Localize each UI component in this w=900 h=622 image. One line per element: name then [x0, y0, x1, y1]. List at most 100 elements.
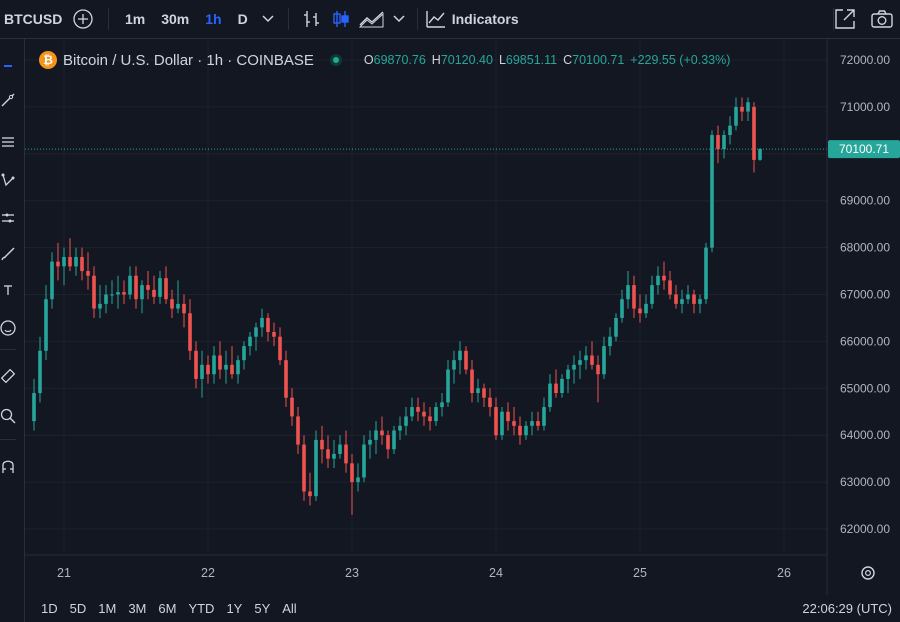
candle-body — [752, 106, 756, 160]
compare-button[interactable] — [66, 0, 100, 38]
trend-line-tool-button[interactable] — [0, 89, 16, 111]
utc-clock[interactable]: 22:06:29 (UTC) — [802, 601, 892, 616]
candle-body — [338, 444, 342, 454]
zoom-tool-button[interactable] — [0, 405, 16, 427]
range-3m[interactable]: 3M — [122, 601, 152, 616]
candle-body — [662, 275, 666, 281]
snapshot-button[interactable] — [870, 0, 894, 38]
range-1m[interactable]: 1M — [92, 601, 122, 616]
x-tick-label: 21 — [57, 566, 71, 580]
candle-body — [542, 407, 546, 426]
range-1d[interactable]: 1D — [35, 601, 64, 616]
candle-body — [92, 275, 96, 309]
price-chart[interactable]: 62000.00 63000.00 64000.00 65000.00 66000.00… — [25, 39, 900, 595]
ohlc-value: 69851.11 — [505, 53, 558, 67]
candle-body — [170, 299, 174, 309]
cursor-tool-button[interactable] — [0, 53, 16, 75]
candle-body — [368, 439, 372, 445]
candle-body — [674, 294, 678, 304]
trend-line-icon — [1, 93, 15, 107]
candle-body — [374, 430, 378, 440]
measure-tool-button[interactable] — [0, 365, 16, 387]
candle-body — [698, 299, 702, 304]
candle-body — [194, 350, 198, 379]
icons-tool-button[interactable] — [0, 317, 16, 339]
text-icon — [4, 285, 12, 295]
interval-1h[interactable]: 1h — [197, 0, 229, 38]
interval-d[interactable]: D — [230, 0, 256, 38]
range-1y[interactable]: 1Y — [220, 601, 248, 616]
magnet-tool-button[interactable] — [0, 455, 16, 477]
candle-body — [548, 383, 552, 408]
fullscreen-button[interactable] — [834, 0, 856, 38]
toolbar-divider — [416, 8, 418, 30]
x-tick-label: 22 — [201, 566, 215, 580]
candle-body — [224, 364, 228, 370]
candle-body — [602, 346, 606, 375]
interval-1m[interactable]: 1m — [117, 0, 153, 38]
brush-tool-button[interactable] — [0, 243, 16, 265]
candle-body — [746, 102, 750, 112]
chart-pane[interactable]: 62000.00 63000.00 64000.00 65000.00 66000.00… — [25, 39, 900, 622]
y-tick-label: 64000.00 — [840, 428, 890, 442]
candle-body — [728, 125, 732, 136]
candle-body — [440, 402, 444, 408]
interval-dropdown-button[interactable] — [256, 0, 280, 38]
range-6m[interactable]: 6M — [152, 601, 182, 616]
range-all[interactable]: All — [276, 601, 302, 616]
candle-body — [80, 256, 84, 272]
candle-body — [488, 397, 492, 408]
ohlc-label: C — [563, 53, 573, 67]
candle-body — [626, 285, 630, 300]
y-tick-label: 68000.00 — [840, 241, 890, 255]
range-ytd[interactable]: YTD — [182, 601, 220, 616]
candles-style-button[interactable] — [327, 0, 355, 38]
candle-body — [584, 355, 588, 361]
candle-body — [614, 317, 618, 337]
ohlc-low: L69851.11 — [499, 53, 557, 67]
area-style-button[interactable] — [355, 0, 389, 38]
chart-settings-button[interactable] — [861, 566, 875, 580]
candle-body — [596, 364, 600, 375]
symbol-search-button[interactable]: BTCUSD — [0, 0, 66, 38]
fib-tool-button[interactable] — [0, 131, 16, 153]
range-5y[interactable]: 5Y — [248, 601, 276, 616]
candle-body — [464, 350, 468, 370]
text-tool-button[interactable] — [0, 279, 16, 301]
chart-style-dropdown-button[interactable] — [389, 0, 409, 38]
candle-body — [734, 106, 738, 126]
candle-body — [416, 407, 420, 412]
prediction-icon — [2, 213, 14, 223]
candle-body — [530, 421, 534, 426]
drawing-toolbar — [0, 39, 25, 622]
interval-30m[interactable]: 30m — [153, 0, 197, 38]
interval-label: 1m — [125, 11, 146, 27]
candle-body — [668, 280, 672, 295]
candle-body — [122, 292, 126, 295]
range-5d[interactable]: 5D — [64, 601, 93, 616]
pattern-tool-button[interactable] — [0, 169, 16, 191]
bars-style-button[interactable] — [297, 0, 327, 38]
candle-body — [500, 411, 504, 436]
candle-body — [638, 308, 642, 314]
indicators-button[interactable]: Indicators — [426, 0, 519, 38]
candle-body — [242, 346, 246, 361]
fib-retracement-icon — [2, 137, 14, 147]
camera-icon — [871, 10, 893, 28]
y-tick-label: 65000.00 — [840, 381, 890, 395]
candle-body — [278, 336, 282, 361]
candle-body — [722, 135, 726, 150]
range-toolbar: 1D 5D 1M 3M 6M YTD 1Y 5Y All 22:06:29 (U… — [25, 595, 900, 622]
candle-body — [350, 463, 354, 483]
settings-icon — [861, 566, 875, 580]
candles-icon — [333, 11, 349, 27]
candle-body — [428, 416, 432, 422]
symbol-title[interactable]: Bitcoin / U.S. Dollar · 1h · COINBASE — [63, 52, 314, 69]
prediction-tool-button[interactable] — [0, 207, 16, 229]
candle-body — [116, 292, 120, 295]
candle-body — [620, 299, 624, 318]
candle-body — [38, 350, 42, 393]
candle-body — [410, 407, 414, 417]
candle-body — [86, 271, 90, 276]
candle-body — [380, 430, 384, 436]
